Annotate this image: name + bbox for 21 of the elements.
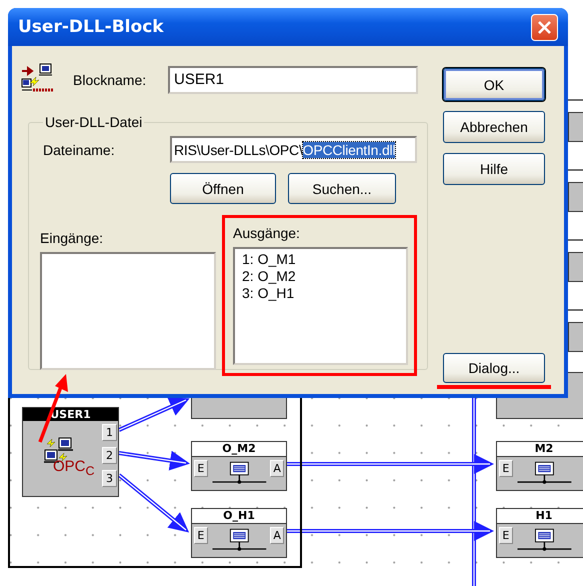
block-caption: OPC$_{C}$ bbox=[53, 458, 95, 478]
node-title: O_H1 bbox=[192, 509, 286, 524]
window-title: User-DLL-Block bbox=[18, 17, 164, 37]
port-label: E bbox=[499, 527, 513, 544]
port-label: E bbox=[194, 460, 208, 477]
field-label: Dateiname: bbox=[43, 142, 115, 158]
port-label: E bbox=[499, 460, 513, 477]
node-title: M2 bbox=[497, 442, 583, 457]
list-label: Ausgänge: bbox=[233, 225, 301, 241]
port-label: A bbox=[270, 527, 284, 544]
field-label: Blockname: bbox=[73, 72, 146, 88]
node-title: H1 bbox=[497, 509, 583, 524]
block-title: USER1 bbox=[23, 408, 118, 421]
group-title: User-DLL-Datei bbox=[44, 114, 144, 130]
port-label: A bbox=[270, 460, 284, 477]
port-label: 3 bbox=[102, 470, 117, 487]
node-title: O_M2 bbox=[192, 442, 286, 457]
list-label: Eingänge: bbox=[40, 230, 104, 246]
port-label: 1 bbox=[102, 424, 117, 441]
port-label: E bbox=[194, 527, 208, 544]
port-label: 2 bbox=[102, 447, 117, 464]
